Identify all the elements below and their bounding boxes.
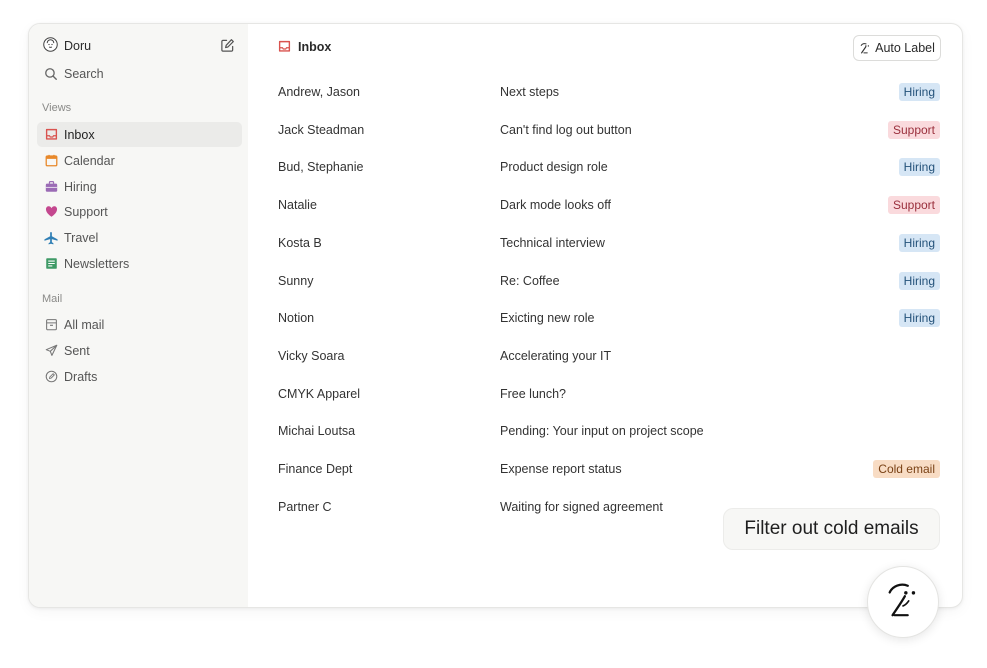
heart-icon xyxy=(44,205,58,219)
sidebar-item-label: Sent xyxy=(64,343,90,358)
email-sender: Notion xyxy=(278,311,315,325)
email-row[interactable]: Natalie Dark mode looks off Support xyxy=(278,192,940,218)
sidebar-item-hiring[interactable]: Hiring xyxy=(37,174,242,199)
auto-label-text: Auto Label xyxy=(875,41,935,55)
page-title: Inbox xyxy=(278,40,331,54)
inbox-icon xyxy=(278,40,292,54)
email-row[interactable]: Vicky Soara Accelerating your IT xyxy=(278,343,940,369)
page-title-text: Inbox xyxy=(298,40,332,54)
email-subject: Can't find log out button xyxy=(500,123,632,137)
calendar-icon xyxy=(44,154,58,168)
email-row[interactable]: Notion Exicting new role Hiring xyxy=(278,305,940,331)
sidebar-item-label: All mail xyxy=(64,317,105,332)
email-sender: Kosta B xyxy=(278,236,322,250)
ai-assistant-icon xyxy=(884,580,922,625)
email-sender: Natalie xyxy=(278,198,317,212)
email-sender: Jack Steadman xyxy=(278,123,365,137)
email-subject: Exicting new role xyxy=(500,311,595,325)
sidebar-item-calendar[interactable]: Calendar xyxy=(37,148,242,173)
sidebar-item-all-mail[interactable]: All mail xyxy=(37,312,242,337)
email-subject: Product design role xyxy=(500,160,608,174)
send-icon xyxy=(44,344,58,358)
label-badge[interactable]: Support xyxy=(887,196,940,214)
search-button[interactable]: Search xyxy=(37,61,242,86)
sidebar-item-label: Newsletters xyxy=(64,256,130,271)
email-subject: Next steps xyxy=(500,85,560,99)
email-subject: Technical interview xyxy=(500,236,605,250)
newspaper-icon xyxy=(44,257,58,271)
email-sender: CMYK Apparel xyxy=(278,387,360,401)
auto-label-button[interactable]: Auto Label xyxy=(853,35,941,61)
mail-section-label: Mail xyxy=(42,293,63,305)
inbox-icon xyxy=(44,128,58,142)
compose-icon[interactable] xyxy=(220,38,236,54)
email-row[interactable]: Bud, Stephanie Product design role Hiring xyxy=(278,154,940,180)
sidebar-item-label: Inbox xyxy=(64,127,95,142)
email-row[interactable]: Michai Loutsa Pending: Your input on proj… xyxy=(278,418,940,444)
sidebar: Doru Search Views Inbox Calendar Hiring … xyxy=(29,24,248,607)
email-subject: Re: Coffee xyxy=(500,274,560,288)
ai-assistant-button[interactable] xyxy=(867,566,939,638)
sidebar-item-label: Calendar xyxy=(64,153,115,168)
label-badge[interactable]: Hiring xyxy=(898,83,940,101)
email-row[interactable]: CMYK Apparel Free lunch? xyxy=(278,381,940,407)
sidebar-item-support[interactable]: Support xyxy=(37,199,242,224)
sidebar-item-label: Travel xyxy=(64,230,99,245)
email-row[interactable]: Sunny Re: Coffee Hiring xyxy=(278,268,940,294)
email-row[interactable]: Finance Dept Expense report status Cold em… xyxy=(278,456,940,482)
sidebar-item-travel[interactable]: Travel xyxy=(37,225,242,250)
email-subject: Expense report status xyxy=(500,462,622,476)
email-row[interactable]: Andrew, Jason Next steps Hiring xyxy=(278,79,940,105)
sidebar-item-inbox[interactable]: Inbox xyxy=(37,122,242,147)
archive-icon xyxy=(44,318,58,332)
search-icon xyxy=(44,67,58,81)
label-badge[interactable]: Cold email xyxy=(873,460,940,478)
label-badge[interactable]: Hiring xyxy=(898,158,940,176)
sidebar-item-newsletters[interactable]: Newsletters xyxy=(37,251,242,276)
email-subject: Pending: Your input on project scope xyxy=(500,424,704,438)
email-sender: Sunny xyxy=(278,274,314,288)
search-label: Search xyxy=(64,66,104,81)
ai-assistant-icon xyxy=(859,42,871,54)
label-badge[interactable]: Hiring xyxy=(898,309,940,327)
account-switcher[interactable]: Doru xyxy=(43,37,236,55)
airplane-icon xyxy=(44,231,58,245)
email-sender: Vicky Soara xyxy=(278,349,345,363)
email-sender: Michai Loutsa xyxy=(278,424,356,438)
label-badge[interactable]: Support xyxy=(887,121,940,139)
email-sender: Finance Dept xyxy=(278,462,353,476)
suggestion-bubble[interactable]: Filter out cold emails xyxy=(723,508,940,550)
label-badge[interactable]: Hiring xyxy=(898,272,940,290)
email-subject: Dark mode looks off xyxy=(500,198,611,212)
sidebar-item-label: Support xyxy=(64,204,108,219)
email-sender: Bud, Stephanie xyxy=(278,160,364,174)
email-subject: Accelerating your IT xyxy=(500,349,612,363)
sidebar-item-sent[interactable]: Sent xyxy=(37,338,242,363)
views-section-label: Views xyxy=(42,102,72,114)
email-sender: Andrew, Jason xyxy=(278,85,360,99)
email-row[interactable]: Jack Steadman Can't find log out button Su… xyxy=(278,117,940,143)
briefcase-icon xyxy=(44,180,58,194)
user-name: Doru xyxy=(64,39,92,53)
draft-icon xyxy=(44,370,58,384)
sidebar-item-drafts[interactable]: Drafts xyxy=(37,364,242,389)
sidebar-item-label: Drafts xyxy=(64,369,98,384)
sidebar-item-label: Hiring xyxy=(64,179,97,194)
label-badge[interactable]: Hiring xyxy=(898,234,940,252)
avatar xyxy=(43,37,58,55)
email-row[interactable]: Kosta B Technical interview Hiring xyxy=(278,230,940,256)
email-sender: Partner C xyxy=(278,500,332,514)
email-subject: Free lunch? xyxy=(500,387,567,401)
